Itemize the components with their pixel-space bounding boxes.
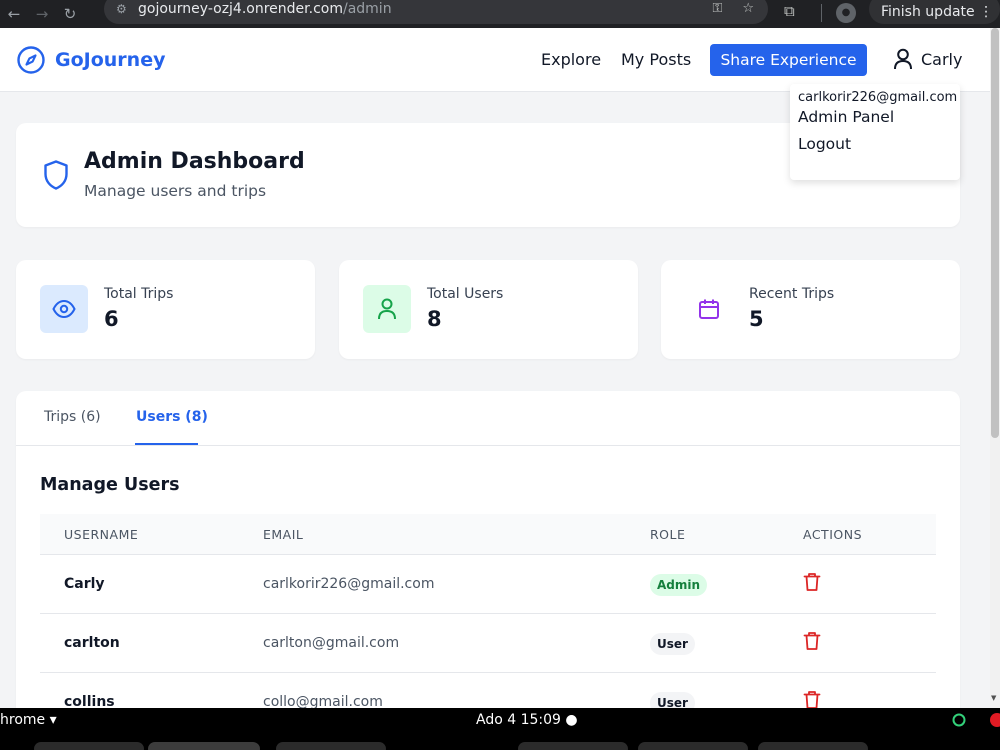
finish-update-button[interactable]: Finish update ⋮ xyxy=(869,0,1000,24)
page-title: Admin Dashboard xyxy=(84,149,305,174)
user-dropdown: carlkorir226@gmail.com Admin Panel Logou… xyxy=(790,84,960,180)
system-clock[interactable]: Ado 4 15:09 ● xyxy=(476,712,578,728)
stat-card-recent-trips: Recent Trips 5 xyxy=(661,260,960,359)
trash-icon[interactable] xyxy=(803,572,821,592)
logout-link[interactable]: Logout xyxy=(798,135,952,153)
dock-item[interactable] xyxy=(758,742,868,750)
tab-trips[interactable]: Trips (6) xyxy=(44,409,101,425)
cell-username: carlton xyxy=(64,635,120,651)
stat-value: 6 xyxy=(104,307,119,331)
trash-icon[interactable] xyxy=(803,690,821,710)
calendar-icon xyxy=(699,299,719,319)
dock xyxy=(20,740,1000,750)
forward-icon[interactable]: → xyxy=(28,5,56,23)
dock-item[interactable] xyxy=(34,742,144,750)
user-icon xyxy=(894,48,912,70)
toolbar-divider xyxy=(821,4,822,22)
stat-value: 5 xyxy=(749,307,764,331)
cell-email: carlkorir226@gmail.com xyxy=(263,576,435,592)
section-title: Manage Users xyxy=(40,475,180,495)
site-info-icon[interactable]: ⚙ xyxy=(116,2,138,16)
stat-icon-box xyxy=(685,285,733,333)
star-icon[interactable]: ☆ xyxy=(742,1,754,16)
stat-card-total-trips: Total Trips 6 xyxy=(16,260,315,359)
trash-icon[interactable] xyxy=(803,631,821,651)
column-header-username: USERNAME xyxy=(64,527,139,542)
user-icon xyxy=(378,298,396,320)
nav-explore[interactable]: Explore xyxy=(541,50,601,69)
role-badge: Admin xyxy=(650,574,708,596)
eye-icon xyxy=(52,299,76,319)
page-subtitle: Manage users and trips xyxy=(84,182,267,200)
column-header-role: ROLE xyxy=(650,527,686,542)
table-row: carlton carlton@gmail.com User xyxy=(40,614,936,673)
browser-toolbar: ← → ↻ ⚙ gojourney-ozj4.onrender.com/admi… xyxy=(0,0,1000,28)
key-icon[interactable]: ⚿ xyxy=(712,1,722,16)
user-name: Carly xyxy=(921,49,963,69)
stat-icon-box xyxy=(363,285,411,333)
cell-email: carlton@gmail.com xyxy=(263,635,400,651)
dock-item[interactable] xyxy=(276,742,386,750)
scrollbar-thumb[interactable] xyxy=(991,28,999,438)
share-experience-button[interactable]: Share Experience xyxy=(710,44,867,76)
table-row: Carly carlkorir226@gmail.com Admin xyxy=(40,555,936,614)
brand-logo[interactable]: GoJourney xyxy=(16,45,165,75)
admin-panel-link[interactable]: Admin Panel xyxy=(798,108,952,126)
active-tab-indicator xyxy=(135,443,198,445)
stat-label: Total Users xyxy=(427,286,504,302)
app-header: GoJourney Explore My Posts Share Experie… xyxy=(0,28,990,92)
stat-label: Recent Trips xyxy=(749,286,835,302)
active-app-menu[interactable]: hrome ▾ xyxy=(0,712,57,728)
os-taskbar: hrome ▾ Ado 4 15:09 ● xyxy=(0,708,1000,750)
nav-my-posts[interactable]: My Posts xyxy=(621,50,691,69)
column-header-email: EMAIL xyxy=(263,527,304,542)
dock-item[interactable] xyxy=(638,742,748,750)
page-scrollbar[interactable] xyxy=(990,28,1000,708)
extensions-icon[interactable]: ⧉ xyxy=(784,2,795,20)
compass-icon xyxy=(17,46,45,74)
management-card: Trips (6) Users (8) Manage Users USERNAM… xyxy=(16,391,960,721)
back-icon[interactable]: ← xyxy=(0,5,28,23)
network-status-icon[interactable] xyxy=(952,713,966,727)
url-text: gojourney-ozj4.onrender.com/admin xyxy=(138,1,392,17)
role-badge: User xyxy=(650,633,695,655)
shield-icon xyxy=(44,160,68,190)
brand-name: GoJourney xyxy=(55,49,166,71)
stat-label: Total Trips xyxy=(104,286,174,302)
power-icon[interactable] xyxy=(990,713,1000,727)
stat-value: 8 xyxy=(427,307,442,331)
dock-item[interactable] xyxy=(518,742,628,750)
stat-icon-box xyxy=(40,285,88,333)
table-header: USERNAME EMAIL ROLE ACTIONS xyxy=(40,514,936,555)
reload-icon[interactable]: ↻ xyxy=(56,5,84,23)
user-menu[interactable]: Carly xyxy=(893,48,962,70)
profile-icon[interactable]: ● xyxy=(836,3,856,23)
stat-card-total-users: Total Users 8 xyxy=(339,260,638,359)
address-bar[interactable]: ⚙ gojourney-ozj4.onrender.com/admin ⚿ ☆ xyxy=(104,0,768,24)
tab-bar: Trips (6) Users (8) xyxy=(16,391,960,446)
tab-users[interactable]: Users (8) xyxy=(136,409,208,425)
dock-item[interactable] xyxy=(148,742,260,750)
cell-username: Carly xyxy=(64,576,105,592)
scroll-down-icon[interactable]: ▼ xyxy=(991,694,996,702)
dropdown-email: carlkorir226@gmail.com xyxy=(798,90,958,105)
column-header-actions: ACTIONS xyxy=(803,527,863,542)
